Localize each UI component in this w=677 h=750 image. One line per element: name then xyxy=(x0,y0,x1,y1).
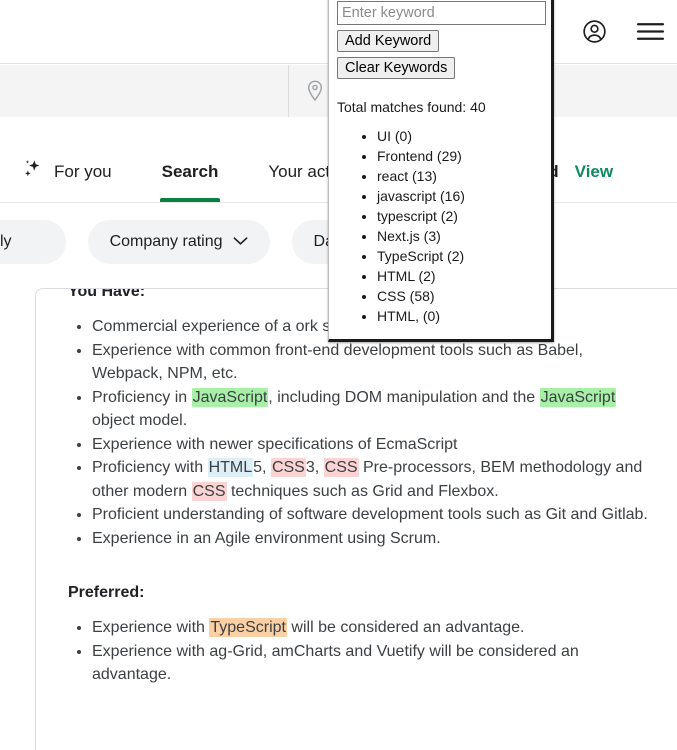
keyword-list-item[interactable]: TypeScript (2) xyxy=(377,246,541,266)
list-item: Experience with ag-Grid, amCharts and Vu… xyxy=(92,640,657,687)
chip-company-rating[interactable]: Company rating xyxy=(87,220,270,264)
bullet-text: Experience with newer specifications of … xyxy=(92,435,458,453)
keyword-highlight-css: CSS xyxy=(191,481,227,501)
hamburger-menu-icon[interactable] xyxy=(635,17,665,47)
job-description-body: You Have: Commercial experience of a ork… xyxy=(36,289,677,687)
keyword-highlight-css: CSS xyxy=(323,458,359,477)
bullet-text: Proficient understanding of software dev… xyxy=(92,506,648,523)
bullet-text: Experience in an Agile environment using… xyxy=(92,529,441,547)
bullet-text: Experience with common front-end develop… xyxy=(92,341,583,383)
keyword-list-item[interactable]: UI (0) xyxy=(377,126,541,146)
keyword-list-item[interactable]: typescript (2) xyxy=(377,206,541,226)
bullet-text: Experience with xyxy=(92,619,210,636)
bullet-text: techniques such as Grid and Flexbox. xyxy=(226,482,499,500)
tab-search[interactable]: Search xyxy=(159,141,221,202)
bullet-text: 5, xyxy=(253,459,271,476)
total-matches-label: Total matches found: 40 xyxy=(337,99,486,115)
you-have-list: Commercial experience of a ork such as V… xyxy=(68,315,657,550)
chip-company-rating-label: Company rating xyxy=(109,233,223,250)
sparkle-icon xyxy=(22,158,44,185)
clear-keywords-button[interactable]: Clear Keywords xyxy=(337,57,456,79)
chevron-down-icon xyxy=(233,233,248,251)
list-item: Proficiency in JavaScript, including DOM… xyxy=(92,386,657,433)
header-icon-group xyxy=(579,0,665,63)
add-keyword-button[interactable]: Add Keyword xyxy=(337,30,440,52)
list-item: Proficient understanding of software dev… xyxy=(92,503,657,527)
keyword-list-item[interactable]: CSS (58) xyxy=(377,286,541,306)
view-link[interactable]: View xyxy=(575,141,613,202)
keyword-match-list: UI (0)Frontend (29)react (13)javascript … xyxy=(337,126,541,326)
keyword-input[interactable] xyxy=(337,1,546,25)
view-link-label: View xyxy=(574,161,614,181)
job-description-card: You Have: Commercial experience of a ork… xyxy=(35,288,677,750)
keyword-highlight-html: HTML xyxy=(207,458,254,477)
keyword-highlight-js: JavaScript xyxy=(191,387,269,407)
list-item: Experience in an Agile environment using… xyxy=(92,527,657,551)
keyword-matcher-popup: Add Keyword Clear Keywords Total matches… xyxy=(328,0,554,342)
search-input-what[interactable] xyxy=(0,65,288,117)
keyword-list-item[interactable]: HTML (2) xyxy=(377,266,541,286)
preferred-heading: Preferred: xyxy=(68,584,145,601)
bullet-text: Proficiency in xyxy=(92,388,192,406)
bullet-text: 3, xyxy=(305,459,324,476)
list-item: Experience with newer specifications of … xyxy=(92,433,657,457)
bullet-text: , including DOM manipulation and the xyxy=(268,388,540,406)
keyword-list-item[interactable]: Next.js (3) xyxy=(377,226,541,246)
bullet-text: Experience with ag-Grid, amCharts and Vu… xyxy=(92,642,579,684)
app-root: For you Search Your activity ved View ly… xyxy=(0,0,677,750)
account-circle-icon[interactable] xyxy=(579,17,609,47)
chip-clipped-label: ly xyxy=(0,233,12,250)
keyword-list-item[interactable]: Frontend (29) xyxy=(377,146,541,166)
list-item: Proficiency with HTML5, CSS3, CSS Pre-pr… xyxy=(92,456,657,503)
keyword-highlight-ts: TypeScript xyxy=(209,618,287,637)
active-tab-underline xyxy=(159,198,221,202)
preferred-list: Experience with TypeScript will be consi… xyxy=(68,616,657,687)
chip-clipped[interactable]: ly xyxy=(0,220,66,264)
bullet-text: Proficiency with xyxy=(92,459,208,476)
keyword-highlight-js: JavaScript xyxy=(539,387,617,407)
list-item: Experience with TypeScript will be consi… xyxy=(92,616,657,640)
keyword-highlight-css: CSS xyxy=(270,458,306,477)
list-item: Experience with common front-end develop… xyxy=(92,339,657,386)
tab-for-you[interactable]: For you xyxy=(20,141,114,202)
keyword-list-item[interactable]: javascript (16) xyxy=(377,186,541,206)
keyword-list-item[interactable]: HTML, (0) xyxy=(377,306,541,326)
tab-search-label: Search xyxy=(161,161,219,181)
bullet-text: object model. xyxy=(92,412,188,429)
keyword-list-item[interactable]: react (13) xyxy=(377,166,541,186)
bullet-text: Commercial experience of a xyxy=(92,318,292,335)
bullet-text: will be considered an advantage. xyxy=(286,619,525,636)
tab-for-you-label: For you xyxy=(54,161,112,181)
